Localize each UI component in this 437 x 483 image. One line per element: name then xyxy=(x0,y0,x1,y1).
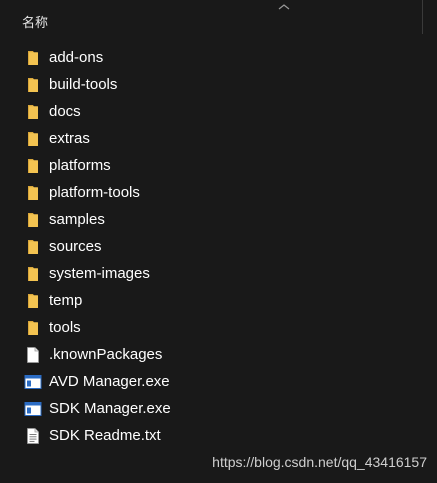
application-icon xyxy=(24,400,42,418)
folder-icon xyxy=(24,130,42,148)
file-name-label: extras xyxy=(49,130,90,147)
folder-icon xyxy=(24,157,42,175)
folder-row[interactable]: add-ons xyxy=(0,44,437,71)
file-row[interactable]: AVD Manager.exe xyxy=(0,368,437,395)
folder-row[interactable]: build-tools xyxy=(0,71,437,98)
file-name-label: temp xyxy=(49,292,83,309)
folder-icon xyxy=(24,184,42,202)
file-name-label: SDK Readme.txt xyxy=(49,427,161,444)
folder-row[interactable]: temp xyxy=(0,287,437,314)
file-name-label: .knownPackages xyxy=(49,346,163,363)
file-name-label: sources xyxy=(49,238,102,255)
column-header-bar: 名称 xyxy=(0,0,437,36)
folder-icon xyxy=(24,49,42,67)
folder-row[interactable]: sources xyxy=(0,233,437,260)
sort-ascending-icon[interactable] xyxy=(277,2,291,12)
file-name-label: platform-tools xyxy=(49,184,140,201)
file-name-label: docs xyxy=(49,103,81,120)
file-name-label: platforms xyxy=(49,157,111,174)
folder-row[interactable]: extras xyxy=(0,125,437,152)
file-explorer-window: 名称 add-ons build-tools docs extras platforms… xyxy=(0,0,437,483)
folder-row[interactable]: samples xyxy=(0,206,437,233)
file-name-label: samples xyxy=(49,211,105,228)
folder-row[interactable]: docs xyxy=(0,98,437,125)
file-name-label: add-ons xyxy=(49,49,104,66)
folder-icon xyxy=(24,76,42,94)
folder-icon xyxy=(24,265,42,283)
column-divider[interactable] xyxy=(422,0,423,34)
watermark-text: https://blog.csdn.net/qq_43416157 xyxy=(212,454,427,470)
file-list: add-ons build-tools docs extras platforms pla… xyxy=(0,44,437,449)
folder-row[interactable]: platforms xyxy=(0,152,437,179)
folder-icon xyxy=(24,319,42,337)
file-name-label: build-tools xyxy=(49,76,118,93)
file-row[interactable]: SDK Manager.exe xyxy=(0,395,437,422)
folder-row[interactable]: platform-tools xyxy=(0,179,437,206)
file-row[interactable]: .knownPackages xyxy=(0,341,437,368)
blank-file-icon xyxy=(24,346,42,364)
file-name-label: tools xyxy=(49,319,81,336)
file-name-label: AVD Manager.exe xyxy=(49,373,170,390)
folder-icon xyxy=(24,238,42,256)
file-name-label: system-images xyxy=(49,265,150,282)
folder-icon xyxy=(24,292,42,310)
folder-icon xyxy=(24,103,42,121)
file-row[interactable]: SDK Readme.txt xyxy=(0,422,437,449)
folder-icon xyxy=(24,211,42,229)
name-column-header[interactable]: 名称 xyxy=(22,12,48,31)
text-file-icon xyxy=(24,427,42,445)
folder-row[interactable]: tools xyxy=(0,314,437,341)
application-icon xyxy=(24,373,42,391)
folder-row[interactable]: system-images xyxy=(0,260,437,287)
file-name-label: SDK Manager.exe xyxy=(49,400,171,417)
